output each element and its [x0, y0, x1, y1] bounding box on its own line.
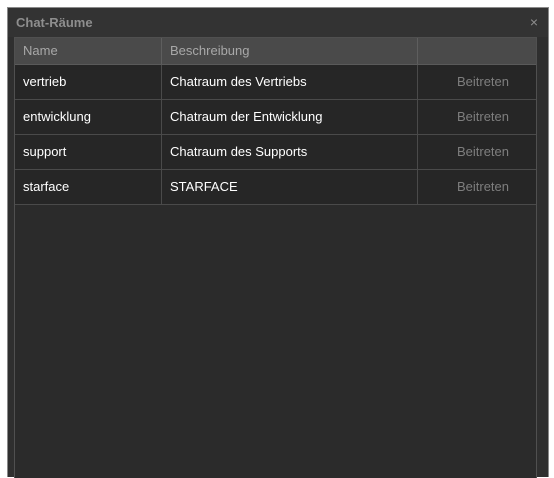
join-button[interactable]: Beitreten: [428, 65, 538, 99]
table-row[interactable]: support Chatraum des Supports Beitreten: [15, 135, 536, 170]
table-header: Name Beschreibung: [15, 38, 536, 65]
table-row[interactable]: entwicklung Chatraum der Entwicklung Bei…: [15, 100, 536, 135]
join-button[interactable]: Beitreten: [428, 100, 538, 134]
room-description: Chatraum der Entwicklung: [162, 100, 418, 134]
join-button[interactable]: Beitreten: [428, 170, 538, 204]
room-description: Chatraum des Vertriebs: [162, 65, 418, 99]
column-header-action: [418, 38, 536, 64]
chat-rooms-table: Name Beschreibung vertrieb Chatraum des …: [14, 37, 537, 478]
dialog-title: Chat-Räume: [16, 15, 93, 30]
room-name: entwicklung: [15, 100, 162, 134]
column-header-description[interactable]: Beschreibung: [162, 38, 418, 64]
column-header-name[interactable]: Name: [15, 38, 162, 64]
room-description: Chatraum des Supports: [162, 135, 418, 169]
close-icon[interactable]: ×: [527, 14, 541, 30]
room-name: support: [15, 135, 162, 169]
table-row[interactable]: vertrieb Chatraum des Vertriebs Beitrete…: [15, 65, 536, 100]
room-name: starface: [15, 170, 162, 204]
room-description: STARFACE: [162, 170, 418, 204]
table-row[interactable]: starface STARFACE Beitreten: [15, 170, 536, 205]
join-button[interactable]: Beitreten: [428, 135, 538, 169]
chat-rooms-dialog: Chat-Räume × Name Beschreibung vertrieb …: [7, 7, 549, 478]
dialog-titlebar: Chat-Räume ×: [8, 8, 548, 37]
room-name: vertrieb: [15, 65, 162, 99]
